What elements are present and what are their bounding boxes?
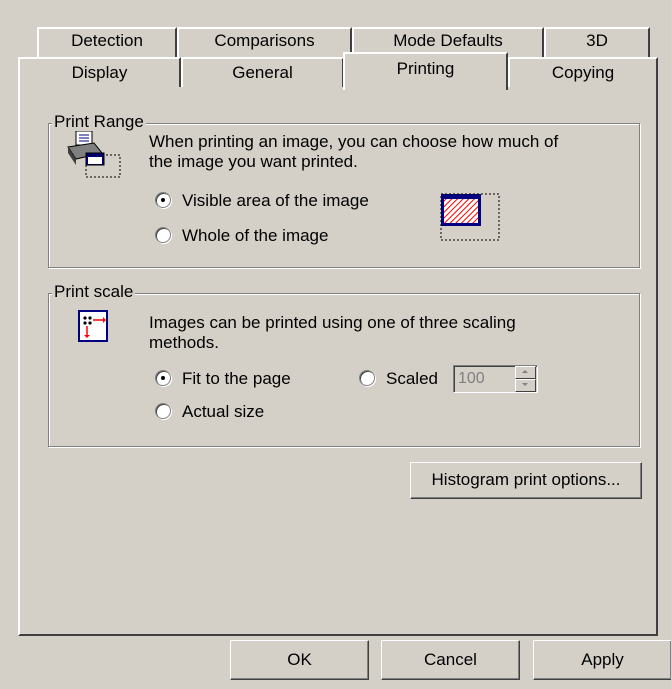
whole-image-radio[interactable] (155, 227, 171, 243)
print-scale-description-line2: methods. (149, 333, 219, 352)
tab-label: Mode Defaults (393, 31, 503, 50)
apply-button-label: Apply (581, 650, 624, 669)
tab-detection[interactable]: Detection (37, 27, 177, 57)
printer-icon (67, 131, 121, 178)
scaled-percent-input[interactable]: 100 (453, 365, 538, 393)
histogram-print-options-button[interactable]: Histogram print options... (410, 462, 642, 499)
visible-area-label[interactable]: Visible area of the image (182, 191, 369, 211)
scaled-label[interactable]: Scaled (386, 369, 438, 389)
ok-button-label: OK (287, 650, 312, 669)
tab-3d[interactable]: 3D (544, 27, 650, 57)
spin-up-icon (522, 370, 528, 373)
tab-label: 3D (586, 31, 608, 50)
tab-printing[interactable]: Printing (343, 52, 508, 90)
spin-up-button[interactable] (515, 366, 536, 379)
spin-down-icon (522, 383, 528, 386)
tab-comparisons[interactable]: Comparisons (177, 27, 352, 57)
cancel-button-label: Cancel (424, 650, 477, 669)
ok-button[interactable]: OK (230, 640, 369, 680)
whole-image-label[interactable]: Whole of the image (182, 226, 328, 246)
print-range-description-line1: When printing an image, you can choose h… (149, 132, 559, 151)
actual-size-radio[interactable] (155, 403, 171, 419)
visible-area-radio[interactable] (155, 192, 171, 208)
scaling-icon (78, 310, 108, 342)
tab-display[interactable]: Display (18, 57, 181, 88)
fit-to-page-label[interactable]: Fit to the page (182, 369, 291, 389)
histogram-button-label: Histogram print options... (431, 470, 621, 489)
actual-size-label[interactable]: Actual size (182, 402, 264, 422)
tab-label: Display (71, 63, 128, 82)
tab-label: Copying (551, 63, 615, 82)
tab-label: Comparisons (214, 31, 315, 50)
fit-to-page-radio[interactable] (155, 370, 171, 386)
spin-down-button[interactable] (515, 379, 536, 392)
print-range-description-line2: the image you want printed. (149, 152, 358, 171)
tab-copying[interactable]: Copying (508, 57, 658, 88)
print-range-title: Print Range (52, 112, 146, 132)
visible-area-preview-icon (440, 193, 500, 241)
tab-general[interactable]: General (181, 57, 344, 88)
apply-button[interactable]: Apply (533, 640, 671, 680)
tab-label: Detection (71, 31, 143, 50)
print-scale-description-line1: Images can be printed using one of three… (149, 313, 516, 332)
scaled-percent-value: 100 (458, 370, 485, 387)
tab-label: General (232, 63, 293, 82)
print-scale-title: Print scale (52, 282, 136, 302)
scaled-radio[interactable] (359, 370, 375, 386)
cancel-button[interactable]: Cancel (381, 640, 520, 680)
tab-label: Printing (396, 59, 455, 78)
printing-tab-panel: Print Range When printing an image, you … (18, 87, 658, 636)
